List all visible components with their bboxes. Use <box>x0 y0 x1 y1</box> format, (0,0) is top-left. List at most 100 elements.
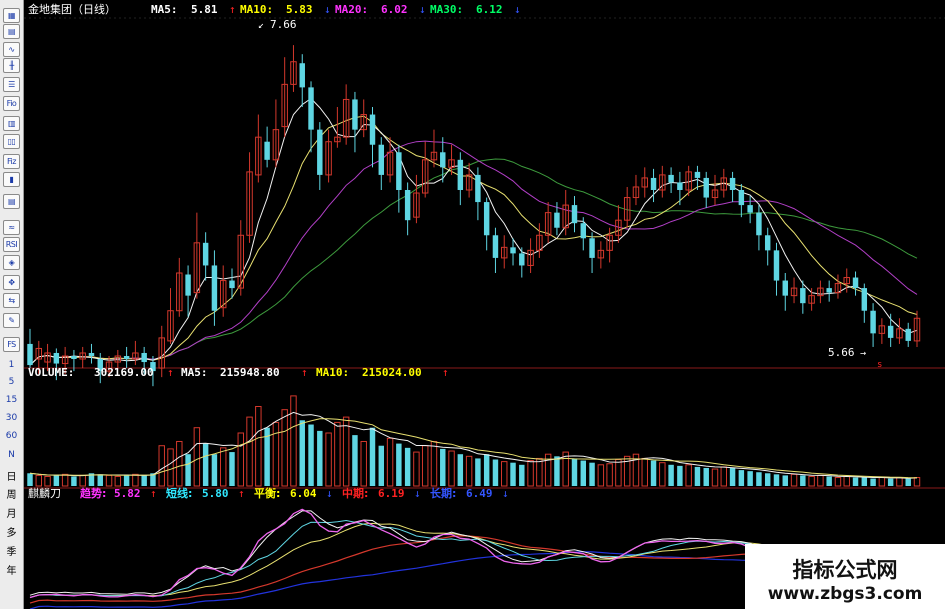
period-2[interactable]: 15 <box>0 396 23 405</box>
candle-body <box>378 144 385 175</box>
volume-bar <box>606 463 613 487</box>
watermark-title: 指标公式网 <box>792 558 898 582</box>
stock-chart[interactable]: 金地集团（日线） MA5: 5.81 ↑ MA10: 5.83 ↓ MA20: … <box>24 0 945 609</box>
fs-icon[interactable]: FS <box>3 337 20 352</box>
volume-bar <box>492 459 499 486</box>
candle-body <box>589 238 595 258</box>
candle-body <box>475 174 481 203</box>
volume-bar <box>272 421 280 487</box>
pencil-icon[interactable]: ✎ <box>3 313 20 328</box>
left-toolbar: ▦ ▤ ∿ ╫ ☰ Fio ▥ ▯▯ Fiz ▮ ▤ ≈ RSI ◈ ✥ ⇆ ✎ FS 1 5 15 30 60 N 日周月多季… <box>0 0 24 609</box>
volume-bar <box>597 464 605 487</box>
volume-bar <box>764 473 771 486</box>
volume-bar <box>773 474 780 486</box>
fio-icon[interactable]: Fio <box>3 96 20 111</box>
grid-icon[interactable]: ▤ <box>3 24 20 39</box>
wave-icon[interactable]: ≈ <box>3 220 20 235</box>
ma20-arrow: ↓ <box>419 3 426 16</box>
trend-arrow: ↑ <box>150 487 157 500</box>
table-icon[interactable]: ▦ <box>3 8 20 23</box>
period-3[interactable]: 30 <box>0 414 23 423</box>
candle-body <box>404 190 411 221</box>
line-chart-icon[interactable]: ∿ <box>3 42 20 57</box>
period-11[interactable]: 年 <box>0 567 23 577</box>
volume-bar <box>105 474 113 487</box>
volume-bar <box>44 475 51 487</box>
period-1[interactable]: 5 <box>0 378 23 387</box>
list-icon[interactable]: ☰ <box>3 77 20 92</box>
candle-body <box>773 250 780 281</box>
vol-ma5-arrow: ↑ <box>301 366 308 379</box>
volume-bar <box>475 458 481 486</box>
ma5-label: MA5: <box>151 3 178 16</box>
volume-bar <box>97 474 103 486</box>
volume-bar <box>193 427 201 487</box>
volume-bar <box>826 476 832 486</box>
candle-body <box>738 190 745 206</box>
volume-bar <box>281 409 288 487</box>
high-marker: 7.66 <box>270 18 297 31</box>
volume-value: 302169.00 <box>94 366 154 379</box>
volume-bar <box>711 468 719 487</box>
candle-body <box>580 223 586 239</box>
volume-bar <box>720 466 728 487</box>
volume-bar <box>211 454 218 486</box>
period-4[interactable]: 60 <box>0 432 23 441</box>
volume-bar <box>852 477 859 486</box>
candle-body <box>852 277 859 289</box>
volume-bar <box>141 475 147 486</box>
vol-ma5-label: MA5: <box>181 366 208 379</box>
period-0[interactable]: 1 <box>0 361 23 370</box>
candlestick-icon[interactable]: ╫ <box>3 58 20 73</box>
move-icon[interactable]: ✥ <box>3 275 20 290</box>
candle-body <box>800 288 806 304</box>
volume-bar <box>369 427 376 486</box>
volume-bar <box>176 440 183 487</box>
candle-body <box>141 352 147 363</box>
rsi-icon[interactable]: RSI <box>3 237 20 252</box>
stock-bag-icon[interactable]: ◈ <box>3 255 20 270</box>
period-7[interactable]: 周 <box>0 491 23 501</box>
price-ma-lines <box>29 97 918 366</box>
volume-bar <box>747 471 753 486</box>
candle-body <box>747 205 753 213</box>
long-value: 6.49 <box>466 487 493 500</box>
period-8[interactable]: 月 <box>0 510 23 520</box>
transfer-icon[interactable]: ⇆ <box>3 293 20 308</box>
volume-bar <box>325 432 332 487</box>
volume-bar <box>641 457 648 487</box>
candle-body <box>211 265 218 311</box>
period-9[interactable]: 多 <box>0 529 23 539</box>
volume-bar <box>457 454 464 486</box>
candle-body <box>650 177 657 190</box>
short-value: 5.80 <box>202 487 229 500</box>
columns-icon[interactable]: ▯▯ <box>3 134 20 149</box>
volume-bar <box>571 458 578 486</box>
volume-bar <box>913 477 921 487</box>
kline-icon[interactable]: ▮ <box>3 172 20 187</box>
ma30-line <box>29 158 918 366</box>
period-5[interactable]: N <box>0 451 23 460</box>
candle-body <box>185 274 191 296</box>
volume-bar <box>396 443 402 486</box>
volume-bar <box>878 477 886 487</box>
document-icon[interactable]: ▤ <box>3 194 20 209</box>
fiz-icon[interactable]: Fiz <box>3 154 20 169</box>
candle-body <box>694 171 701 178</box>
volume-bar <box>386 437 394 487</box>
candle-body <box>554 212 560 228</box>
candle-body <box>457 159 464 190</box>
notes-icon[interactable]: ▥ <box>3 116 20 131</box>
long-label: 长期: <box>430 486 456 500</box>
period-6[interactable]: 日 <box>0 473 23 483</box>
candle-body <box>571 205 578 224</box>
candle-body <box>729 177 736 190</box>
volume-bar <box>659 462 666 487</box>
candle-body <box>396 152 402 190</box>
period-10[interactable]: 季 <box>0 548 23 558</box>
volume-bar <box>465 455 473 487</box>
volume-bar <box>615 459 622 487</box>
ma5-value: 5.81 <box>191 3 218 16</box>
volume-bar <box>27 473 33 486</box>
stock-name: 金地集团（日线） <box>28 2 116 16</box>
